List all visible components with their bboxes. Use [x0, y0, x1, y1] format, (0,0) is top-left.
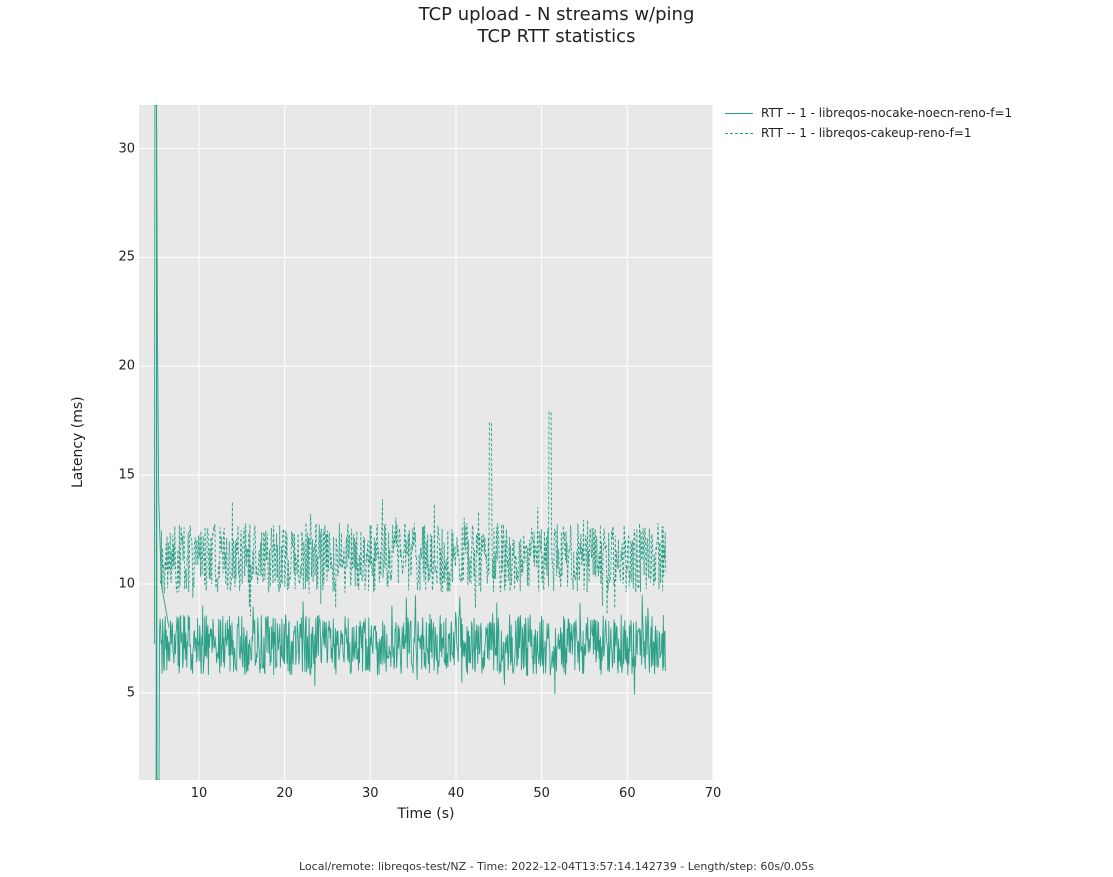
series-1-initial-spike	[156, 105, 169, 780]
x-tick-label: 10	[191, 786, 208, 801]
y-tick-label: 5	[95, 685, 135, 700]
series-2	[160, 412, 665, 616]
x-tick-label: 40	[448, 786, 465, 801]
chart-title-line1: TCP upload - N streams w/ping	[0, 4, 1113, 25]
legend-label-2: RTT -- 1 - libreqos-cakeup-reno-f=1	[761, 126, 972, 140]
plot-area	[139, 105, 713, 780]
y-tick-label: 25	[95, 250, 135, 265]
y-axis-label: Latency (ms)	[70, 105, 86, 780]
series-1	[154, 105, 665, 780]
x-tick-label: 50	[533, 786, 550, 801]
legend-swatch-solid	[725, 108, 753, 118]
y-tick-label: 30	[95, 141, 135, 156]
legend-swatch-dashed	[725, 128, 753, 138]
x-tick-label: 30	[362, 786, 379, 801]
legend-item-2: RTT -- 1 - libreqos-cakeup-reno-f=1	[725, 126, 1012, 140]
legend-item-1: RTT -- 1 - libreqos-nocake-noecn-reno-f=…	[725, 106, 1012, 120]
y-tick-label: 20	[95, 359, 135, 374]
chart-figure: TCP upload - N streams w/ping TCP RTT st…	[0, 0, 1113, 877]
footer-caption: Local/remote: libreqos-test/NZ - Time: 2…	[0, 860, 1113, 873]
y-tick-label: 10	[95, 577, 135, 592]
x-tick-label: 60	[619, 786, 636, 801]
legend: RTT -- 1 - libreqos-nocake-noecn-reno-f=…	[725, 106, 1012, 146]
x-axis-label: Time (s)	[139, 806, 713, 822]
x-tick-label: 70	[705, 786, 722, 801]
x-tick-label: 20	[276, 786, 293, 801]
y-tick-label: 15	[95, 468, 135, 483]
chart-title-line2: TCP RTT statistics	[0, 26, 1113, 47]
legend-label-1: RTT -- 1 - libreqos-nocake-noecn-reno-f=…	[761, 106, 1012, 120]
plot-svg	[139, 105, 713, 780]
